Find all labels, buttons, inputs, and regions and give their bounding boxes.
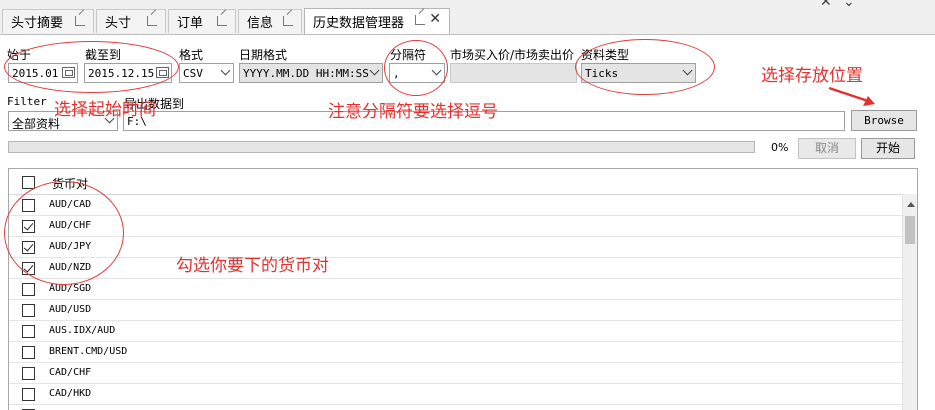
annotation-ellipse-separator [384, 40, 448, 96]
currency-pair-list: 货币对 AUD/CAD AUD/CHF AUD/JPY AUD/NZD AUD/SGD A… [8, 168, 918, 410]
tab-label: 订单 [177, 16, 204, 31]
browse-button[interactable]: Browse [851, 110, 917, 131]
format-select[interactable]: CSV [179, 63, 234, 83]
annotation-select-pairs: 勾选你要下的货币对 [176, 256, 329, 276]
filter-value: 全部资料 [12, 117, 61, 131]
list-item[interactable]: AUD/NZD [9, 258, 903, 279]
tab-orders[interactable]: 订单 [168, 9, 236, 33]
list-item[interactable]: AUD/CHF [9, 216, 903, 237]
cancel-button[interactable]: 取消 [798, 138, 856, 159]
row-checkbox[interactable] [22, 367, 35, 380]
currency-pair-symbol: AUS.IDX/AUD [49, 325, 116, 336]
filter-label: Filter [7, 95, 47, 108]
currency-pair-symbol: CAD/CHF [49, 367, 92, 378]
annotation-ellipse-pairs [4, 181, 124, 285]
format-label: 格式 [179, 48, 204, 62]
list-item[interactable]: AUD/SGD [9, 279, 903, 300]
start-button[interactable]: 开始 [861, 138, 915, 159]
popout-icon[interactable] [217, 16, 227, 26]
close-icon[interactable]: ✕ [820, 0, 832, 10]
row-checkbox[interactable] [22, 325, 35, 338]
date-format-value: YYYY.MM.DD HH:MM:SS [243, 67, 369, 80]
list-header: 货币对 [9, 171, 903, 195]
popout-icon[interactable] [147, 16, 157, 26]
currency-pair-symbol: AUD/USD [49, 304, 92, 315]
chevron-down-icon [220, 65, 231, 76]
list-item[interactable]: CAD/JPY [9, 405, 903, 410]
list-item[interactable]: AUD/JPY [9, 237, 903, 258]
popout-icon[interactable] [415, 15, 425, 25]
chevron-down-icon [369, 65, 380, 76]
row-checkbox[interactable] [22, 283, 35, 296]
annotation-ellipse-dates [4, 41, 179, 93]
currency-pair-symbol: BRENT.CMD/USD [49, 346, 128, 357]
tab-bar: 头寸摘要 头寸 订单 信息 历史数据管理器 ✕ ✕ ⌄ [0, 0, 935, 35]
chevron-down-icon[interactable]: ⌄ [843, 0, 855, 10]
list-item[interactable]: BRENT.CMD/USD [9, 342, 903, 363]
tab-positions[interactable]: 头寸 [96, 9, 166, 33]
tab-history-data-manager[interactable]: 历史数据管理器 ✕ [304, 8, 450, 34]
list-item[interactable]: AUD/CAD [9, 195, 903, 216]
currency-pair-symbol: CAD/HKD [49, 388, 92, 399]
scrollbar-thumb[interactable] [905, 216, 915, 244]
market-price-label: 市场买入价/市场卖出价 [450, 48, 575, 62]
annotation-select-start-time: 选择起始时间 [54, 100, 156, 120]
vertical-scrollbar[interactable] [902, 194, 917, 410]
scroll-up-icon[interactable] [907, 202, 915, 207]
row-checkbox[interactable] [22, 346, 35, 359]
annotation-separator-comma: 注意分隔符要选择逗号 [328, 102, 498, 122]
tab-position-summary[interactable]: 头寸摘要 [2, 9, 94, 33]
format-value: CSV [183, 67, 203, 80]
date-format-label: 日期格式 [239, 48, 288, 62]
list-item[interactable]: AUS.IDX/AUD [9, 321, 903, 342]
list-item[interactable]: CAD/HKD [9, 384, 903, 405]
annotation-ellipse-data-type [575, 39, 715, 95]
row-checkbox[interactable] [22, 388, 35, 401]
list-item[interactable]: AUD/USD [9, 300, 903, 321]
date-format-select[interactable]: YYYY.MM.DD HH:MM:SS [239, 63, 383, 83]
row-checkbox[interactable] [22, 304, 35, 317]
list-item[interactable]: CAD/CHF [9, 363, 903, 384]
history-data-manager-panel: 始于 截至到 格式 日期格式 分隔符 市场买入价/市场卖出价 资料类型 2015… [0, 35, 935, 410]
tab-label: 历史数据管理器 [313, 16, 405, 31]
tab-messages[interactable]: 信息 [238, 9, 302, 33]
popout-icon[interactable] [283, 16, 293, 26]
popout-icon[interactable] [75, 16, 85, 26]
close-icon[interactable]: ✕ [429, 11, 441, 27]
tab-label: 信息 [247, 16, 274, 31]
tab-label: 头寸摘要 [11, 16, 64, 31]
tab-label: 头寸 [105, 16, 132, 31]
annotation-arrow-icon [828, 86, 875, 106]
market-price-select [450, 63, 577, 83]
progress-percent: 0% [771, 141, 789, 154]
export-progress-bar [8, 141, 755, 153]
